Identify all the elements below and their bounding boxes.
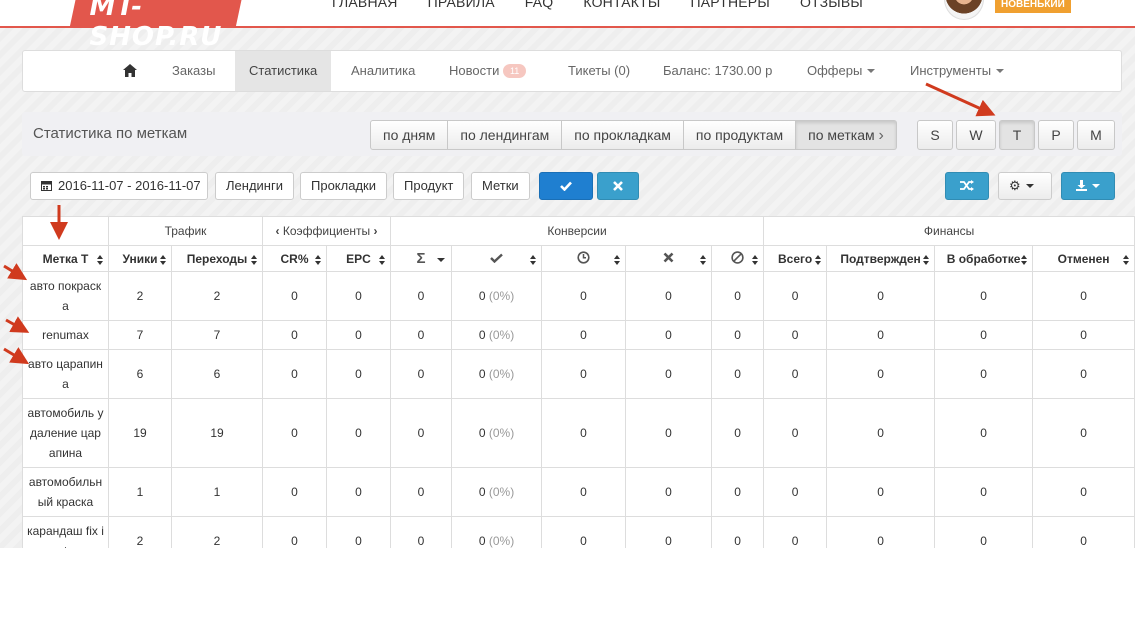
annotation-arrows — [3, 82, 996, 365]
annotation-arrow — [5, 316, 30, 333]
page-viewport: MT-SHOP.RU ГЛАВНАЯ ПРАВИЛА FAQ КОНТАКТЫ … — [0, 0, 1135, 548]
annotation-arrow — [3, 263, 28, 281]
annotation-arrow — [925, 82, 996, 117]
annotation-arrow — [3, 347, 30, 365]
